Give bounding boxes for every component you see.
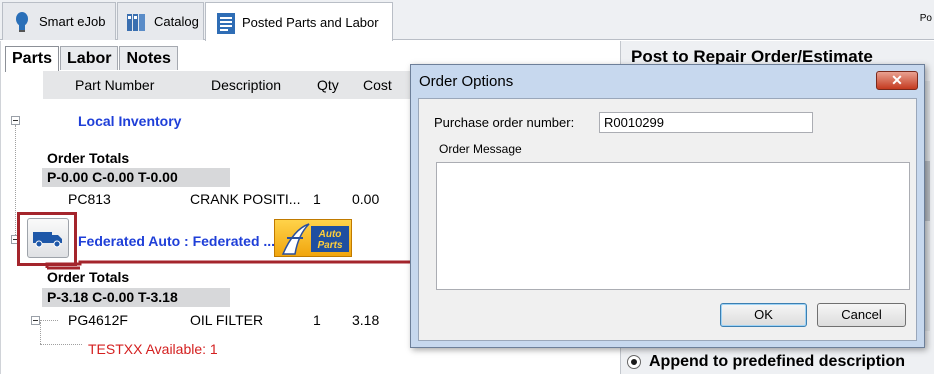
tab-parts[interactable]: Parts bbox=[5, 46, 60, 72]
table-row[interactable]: PG4612F OIL FILTER 1 3.18 bbox=[60, 310, 410, 330]
order-message-textarea[interactable] bbox=[436, 162, 910, 290]
qty-cell: 1 bbox=[313, 312, 321, 328]
svg-text:Parts: Parts bbox=[317, 240, 342, 251]
sub-tabs: Parts Labor Notes bbox=[5, 46, 179, 72]
svg-text:Auto: Auto bbox=[318, 229, 342, 240]
tree-line bbox=[40, 320, 58, 321]
cancel-button[interactable]: Cancel bbox=[817, 303, 906, 327]
col-part-number[interactable]: Part Number bbox=[75, 77, 154, 93]
close-button[interactable]: ✕ bbox=[876, 71, 918, 90]
col-qty[interactable]: Qty bbox=[317, 77, 339, 93]
top-tab-strip: Smart eJob Catalog Posted Parts and Labo… bbox=[0, 0, 934, 41]
expand-local-inventory-toggle[interactable] bbox=[11, 116, 20, 125]
description-cell: OIL FILTER bbox=[190, 312, 264, 328]
catalog-icon bbox=[126, 11, 148, 33]
order-message-label: Order Message bbox=[439, 142, 522, 156]
append-description-label: Append to predefined description bbox=[649, 353, 906, 370]
clipboard-icon bbox=[214, 11, 236, 34]
tab-catalog[interactable]: Catalog bbox=[117, 2, 204, 40]
col-cost[interactable]: Cost bbox=[363, 77, 392, 93]
qty-cell: 1 bbox=[313, 191, 321, 207]
tab-posted-parts-labor[interactable]: Posted Parts and Labor bbox=[205, 2, 393, 41]
tree-line bbox=[40, 322, 41, 344]
lightbulb-icon bbox=[11, 11, 33, 33]
group-local-inventory[interactable]: Local Inventory bbox=[78, 113, 181, 129]
tab-catalog-label: Catalog bbox=[154, 14, 199, 29]
dialog-body: Purchase order number: Order Message OK … bbox=[418, 98, 917, 341]
part-number-cell: PC813 bbox=[68, 191, 111, 207]
order-totals-title: Order Totals bbox=[47, 269, 130, 285]
order-totals-bar: P-0.00 C-0.00 T-0.00 bbox=[42, 168, 230, 187]
truck-icon bbox=[27, 218, 69, 258]
tab-smart-ejob-label: Smart eJob bbox=[39, 14, 106, 29]
tab-posted-parts-labor-label: Posted Parts and Labor bbox=[242, 14, 379, 30]
description-cell: CRANK POSITI... bbox=[190, 191, 301, 207]
tree-line bbox=[40, 344, 82, 345]
cost-cell: 3.18 bbox=[352, 312, 380, 328]
auto-parts-logo: Auto Parts bbox=[274, 219, 352, 257]
top-right-truncated-text: Po bbox=[919, 13, 932, 24]
dialog-title: Order Options bbox=[419, 73, 514, 90]
order-truck-button-highlight[interactable] bbox=[17, 212, 77, 266]
col-description[interactable]: Description bbox=[211, 77, 281, 93]
tree-line bbox=[15, 125, 16, 235]
close-icon: ✕ bbox=[891, 72, 903, 88]
availability-text: TESTXX Available: 1 bbox=[88, 341, 218, 357]
expand-part-toggle[interactable] bbox=[31, 316, 40, 325]
part-number-cell: PG4612F bbox=[68, 312, 128, 328]
tab-notes[interactable]: Notes bbox=[119, 46, 178, 70]
po-number-label: Purchase order number: bbox=[434, 115, 575, 130]
dialog-titlebar[interactable]: Order Options ✕ bbox=[411, 65, 924, 97]
order-totals-bar: P-3.18 C-0.00 T-3.18 bbox=[42, 288, 230, 307]
ok-button[interactable]: OK bbox=[720, 303, 807, 327]
cost-cell: 0.00 bbox=[352, 191, 380, 207]
table-row[interactable]: PC813 CRANK POSITI... 1 0.00 bbox=[60, 189, 410, 209]
append-description-option[interactable]: Append to predefined description bbox=[627, 353, 905, 371]
tab-smart-ejob[interactable]: Smart eJob bbox=[2, 2, 116, 40]
order-options-dialog: Order Options ✕ Purchase order number: O… bbox=[410, 64, 925, 348]
radio-selected-icon[interactable] bbox=[627, 355, 641, 369]
tab-labor[interactable]: Labor bbox=[60, 46, 119, 70]
po-number-input[interactable] bbox=[599, 112, 813, 133]
order-totals-title: Order Totals bbox=[47, 150, 130, 166]
group-federated-auto[interactable]: Federated Auto : Federated ... bbox=[78, 233, 275, 249]
